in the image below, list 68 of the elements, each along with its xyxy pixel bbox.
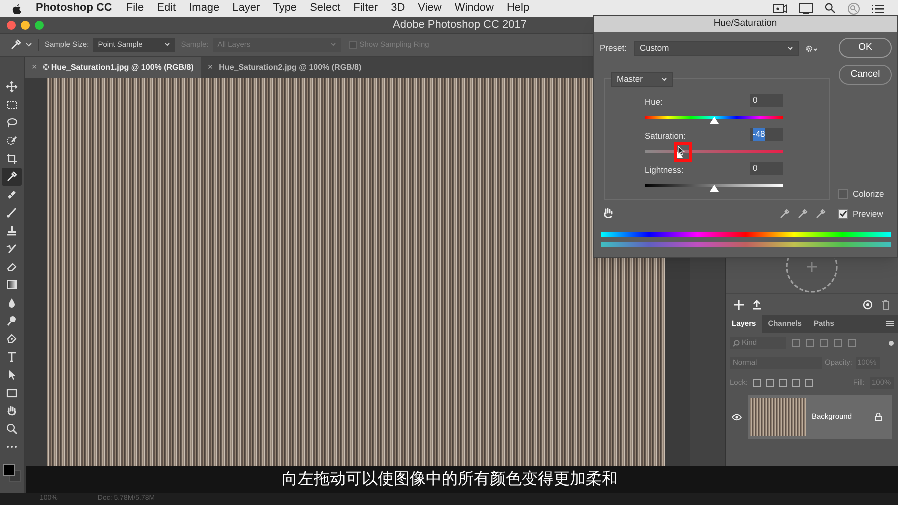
caret-icon (662, 78, 667, 82)
eye-icon[interactable] (732, 414, 742, 420)
tab-label: Hue_Saturation2.jpg @ 100% (RGB/8) (219, 62, 362, 74)
checkbox-label: Preview (853, 208, 884, 221)
ok-button[interactable]: OK (839, 38, 892, 58)
app-menu[interactable]: Photoshop CC (36, 0, 112, 17)
cursor-icon (678, 146, 685, 156)
field-value: -48 (753, 128, 766, 141)
window-title: Adobe Photoshop CC 2017 (393, 18, 527, 33)
field-value: 0 (753, 94, 758, 107)
slider-thumb[interactable] (710, 185, 718, 192)
document-tab[interactable]: × © Hue_Saturation1.jpg @ 100% (RGB/8) (25, 57, 201, 78)
display-icon[interactable] (799, 2, 813, 14)
color-swatches-icon[interactable] (3, 464, 21, 482)
settings-icon[interactable] (806, 44, 817, 52)
field-value: 0 (753, 162, 758, 175)
menu-item[interactable]: File (126, 0, 144, 17)
caret-icon[interactable] (26, 43, 32, 47)
menu-item[interactable]: Window (454, 0, 494, 17)
caret-icon (165, 43, 170, 47)
trash-icon[interactable] (882, 300, 890, 310)
search-icon[interactable] (825, 3, 836, 14)
dropdown-value: Master (617, 73, 643, 86)
menu-item[interactable]: 3D (391, 0, 406, 17)
subtitle-caption: 向左拖动可以使图像中的所有颜色变得更加柔和 (282, 470, 618, 490)
cancel-button[interactable]: Cancel (839, 65, 892, 85)
camera-icon[interactable] (773, 4, 787, 14)
checkbox[interactable] (838, 189, 848, 200)
upload-icon[interactable] (752, 300, 762, 310)
menu-icon[interactable] (886, 321, 894, 327)
slider-label: Lightness: (645, 164, 684, 177)
menu-item[interactable]: View (418, 0, 442, 17)
checkmark-icon (840, 211, 846, 218)
field-label: Preset: (600, 42, 627, 55)
value-field[interactable]: 0 (750, 94, 783, 107)
dialog-title: Hue/Saturation (594, 16, 897, 32)
slider-thumb[interactable] (710, 117, 718, 124)
menu-item[interactable]: Type (273, 0, 298, 17)
menu-item[interactable]: Image (189, 0, 220, 17)
channel-dropdown[interactable]: Master (611, 72, 673, 87)
plus-icon[interactable] (734, 300, 744, 310)
close-tab-icon[interactable]: × (208, 60, 214, 74)
value-field[interactable]: 0 (750, 162, 783, 175)
checkbox-label: Colorize (853, 188, 884, 201)
caret-icon (330, 43, 336, 47)
menu-item[interactable]: Layer (232, 0, 260, 17)
slider-label: Saturation: (645, 130, 686, 143)
menu-item[interactable]: Edit (157, 0, 176, 17)
eyedropper-minus-icon[interactable] (816, 209, 826, 219)
menu-item[interactable]: Select (310, 0, 341, 17)
eyedropper-plus-icon[interactable] (798, 209, 808, 219)
tab-label: © Hue_Saturation1.jpg @ 100% (RGB/8) (43, 62, 194, 74)
search-icon (733, 340, 740, 346)
checkbox[interactable] (838, 209, 848, 220)
preset-dropdown[interactable]: Custom (634, 41, 799, 56)
menu-item[interactable]: Help (506, 0, 530, 17)
list-icon[interactable] (872, 4, 884, 14)
eyedropper-icon[interactable] (2, 168, 22, 186)
caret-icon (788, 46, 793, 50)
slider-label: Hue: (645, 96, 663, 109)
eyedropper-icon[interactable] (10, 39, 22, 51)
menu-item[interactable]: Filter (354, 0, 378, 17)
apple-logo-icon (12, 2, 22, 14)
value-field[interactable]: -48 (750, 128, 783, 141)
dropdown-value: Custom (640, 42, 670, 55)
layer-thumbnail (750, 398, 806, 436)
dashed-circle-drawing (786, 257, 838, 293)
hand-pointer-icon[interactable] (603, 208, 613, 219)
